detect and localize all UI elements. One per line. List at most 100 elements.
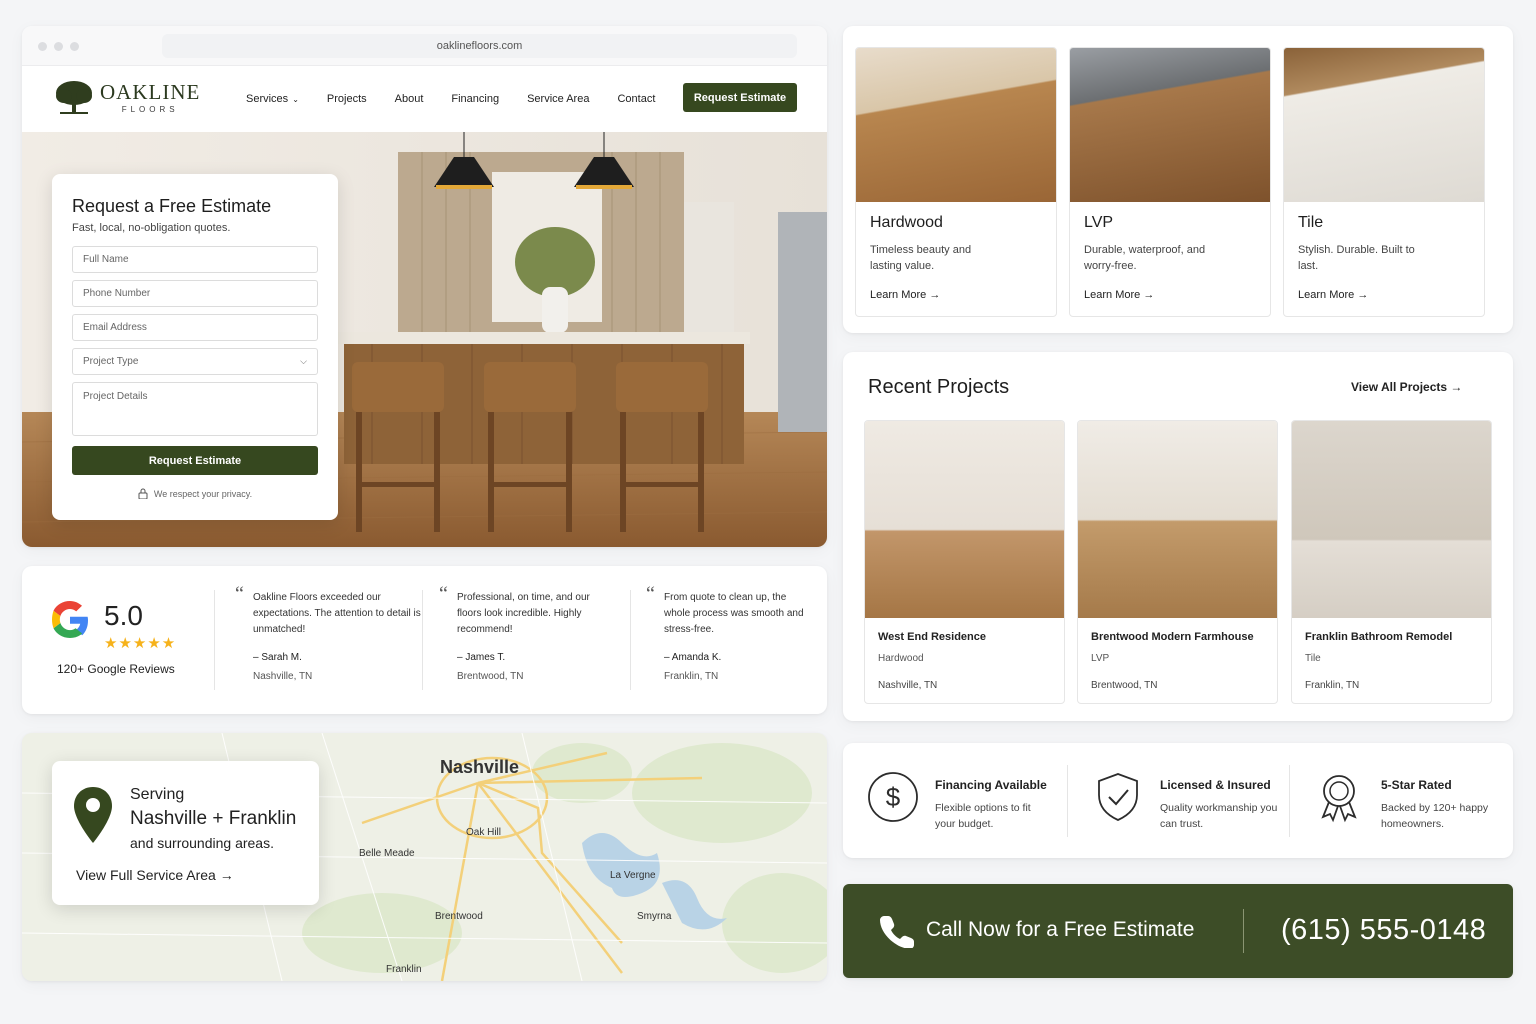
nav-contact[interactable]: Contact <box>617 93 655 105</box>
arrow-right-icon: → <box>1143 289 1155 301</box>
call-banner[interactable]: Call Now for a Free Estimate (615) 555-0… <box>843 884 1513 978</box>
arrow-right-icon: → <box>1357 289 1369 301</box>
quote-icon: “ <box>235 583 244 605</box>
nav-projects[interactable]: Projects <box>327 93 367 105</box>
link-label: Learn More <box>1084 289 1141 301</box>
review-location: Brentwood, TN <box>457 671 524 682</box>
tile-floor-image <box>1284 48 1484 202</box>
map-label-city: Smyrna <box>637 911 672 922</box>
link-label: View Full Service Area <box>76 867 216 883</box>
serving-label: Serving <box>130 786 185 803</box>
project-title: Brentwood Modern Farmhouse <box>1091 631 1254 643</box>
category-desc: Stylish. Durable. Built to last. <box>1298 244 1415 272</box>
project-details-textarea[interactable]: Project Details <box>72 382 318 436</box>
link-label: Learn More <box>870 289 927 301</box>
trust-title: 5-Star Rated <box>1381 778 1452 792</box>
browser-chrome: oaklinefloors.com <box>22 26 827 66</box>
serving-subtext: and surrounding areas. <box>130 835 274 851</box>
nav-services[interactable]: Services ⌄ <box>246 93 299 105</box>
arrow-right-icon: → <box>929 289 941 301</box>
project-material: LVP <box>1091 653 1110 664</box>
full-name-input[interactable]: Full Name <box>72 246 318 273</box>
section-title: Recent Projects <box>868 376 1010 398</box>
service-area-card: Serving Nashville + Franklin and surroun… <box>52 761 319 905</box>
phone-input[interactable]: Phone Number <box>72 280 318 307</box>
recent-projects: Recent Projects View All Projects → West… <box>843 352 1513 721</box>
arrow-right-icon: → <box>1450 380 1463 394</box>
trust-desc: Quality workmanship you can trust. <box>1160 802 1278 830</box>
request-estimate-nav-button[interactable]: Request Estimate <box>683 83 797 112</box>
review-card: “ Oakline Floors exceeded our expectatio… <box>235 584 433 685</box>
call-text: Call Now for a Free Estimate <box>926 918 1195 941</box>
estimate-form: Request a Free Estimate Fast, local, no-… <box>52 174 338 520</box>
trust-desc: Flexible options to fit your budget. <box>935 802 1031 830</box>
living-room-image <box>865 421 1064 618</box>
quote-icon: “ <box>439 583 448 605</box>
category-card-hardwood[interactable]: Hardwood Timeless beauty and lasting val… <box>855 47 1057 317</box>
review-count[interactable]: 120+ Google Reviews <box>57 662 175 676</box>
brand-name: OAKLINE <box>100 80 201 104</box>
category-title: Tile <box>1298 214 1324 231</box>
view-all-projects-link[interactable]: View All Projects → <box>1351 380 1462 394</box>
map-pin-icon <box>74 787 112 843</box>
map-label-city: Belle Meade <box>359 848 415 859</box>
category-desc: Timeless beauty and lasting value. <box>870 244 972 272</box>
privacy-text: We respect your privacy. <box>153 488 253 499</box>
nav-label: Services <box>246 93 289 105</box>
google-icon <box>52 601 88 638</box>
main-nav: Services ⌄ Projects About Financing Servi… <box>246 66 683 132</box>
reviews-strip: 5.0 ★★★★★ 120+ Google Reviews “ Oakline … <box>22 566 827 714</box>
brand-logo[interactable]: OAKLINE FLOORS <box>54 80 200 116</box>
review-author: – Amanda K. <box>664 652 722 663</box>
map-label-city: Nashville <box>440 757 520 777</box>
review-text: From quote to clean up, the whole proces… <box>664 592 804 635</box>
window-controls <box>38 42 79 51</box>
category-card-lvp[interactable]: LVP Durable, waterproof, and worry-free.… <box>1069 47 1271 317</box>
divider <box>1243 909 1244 953</box>
nav-financing[interactable]: Financing <box>451 93 499 105</box>
site-header: OAKLINE FLOORS Services ⌄ Projects About … <box>22 66 827 132</box>
project-card[interactable]: Franklin Bathroom Remodel Tile Franklin,… <box>1291 420 1492 704</box>
review-author: – Sarah M. <box>253 652 302 663</box>
divider <box>630 590 631 690</box>
project-type-placeholder: Project Type <box>83 356 139 367</box>
nav-service-area[interactable]: Service Area <box>527 93 589 105</box>
view-service-area-link[interactable]: View Full Service Area → <box>76 867 234 883</box>
service-area-map[interactable]: Nashville Oak Hill Belle Meade La Vergne… <box>22 733 827 981</box>
map-label-city: La Vergne <box>610 870 656 881</box>
learn-more-link[interactable]: Learn More → <box>1084 289 1154 301</box>
trust-desc: Backed by 120+ happy homeowners. <box>1381 802 1489 830</box>
address-bar[interactable]: oaklinefloors.com <box>162 34 797 58</box>
link-label: View All Projects <box>1351 380 1448 394</box>
learn-more-link[interactable]: Learn More → <box>870 289 940 301</box>
review-location: Nashville, TN <box>253 671 313 682</box>
project-card[interactable]: West End Residence Hardwood Nashville, T… <box>864 420 1065 704</box>
project-material: Tile <box>1305 653 1321 664</box>
privacy-note: We respect your privacy. <box>72 488 318 499</box>
review-author: – James T. <box>457 652 506 663</box>
trust-item: 5-Star Rated Backed by 120+ happy homeow… <box>1289 743 1509 858</box>
email-input[interactable]: Email Address <box>72 314 318 341</box>
chevron-down-icon: ⌵ <box>300 356 307 366</box>
form-title: Request a Free Estimate <box>72 196 272 216</box>
link-label: Learn More <box>1298 289 1355 301</box>
trust-item: $ Financing Available Flexible options t… <box>843 743 1063 858</box>
request-estimate-submit-button[interactable]: Request Estimate <box>72 446 318 475</box>
project-location: Franklin, TN <box>1305 680 1360 691</box>
category-title: LVP <box>1084 214 1114 231</box>
category-card-tile[interactable]: Tile Stylish. Durable. Built to last. Le… <box>1283 47 1485 317</box>
dollar-icon: $ <box>868 772 918 822</box>
nav-about[interactable]: About <box>395 93 424 105</box>
learn-more-link[interactable]: Learn More → <box>1298 289 1368 301</box>
hardwood-floor-image <box>856 48 1056 202</box>
project-type-select[interactable]: Project Type ⌵ <box>72 348 318 375</box>
website-preview: oaklinefloors.com OAKLINE FLOORS Service… <box>22 26 827 547</box>
phone-icon <box>880 916 914 948</box>
trust-item: Licensed & Insured Quality workmanship y… <box>1068 743 1288 858</box>
phone-number-link[interactable]: (615) 555-0148 <box>1281 914 1486 947</box>
project-card[interactable]: Brentwood Modern Farmhouse LVP Brentwood… <box>1077 420 1278 704</box>
form-subtitle: Fast, local, no-obligation quotes. <box>72 222 231 234</box>
review-text: Oakline Floors exceeded our expectations… <box>253 592 421 635</box>
map-label-city: Franklin <box>386 964 422 975</box>
service-area-heading: Serving Nashville + Franklin and surroun… <box>130 783 296 855</box>
